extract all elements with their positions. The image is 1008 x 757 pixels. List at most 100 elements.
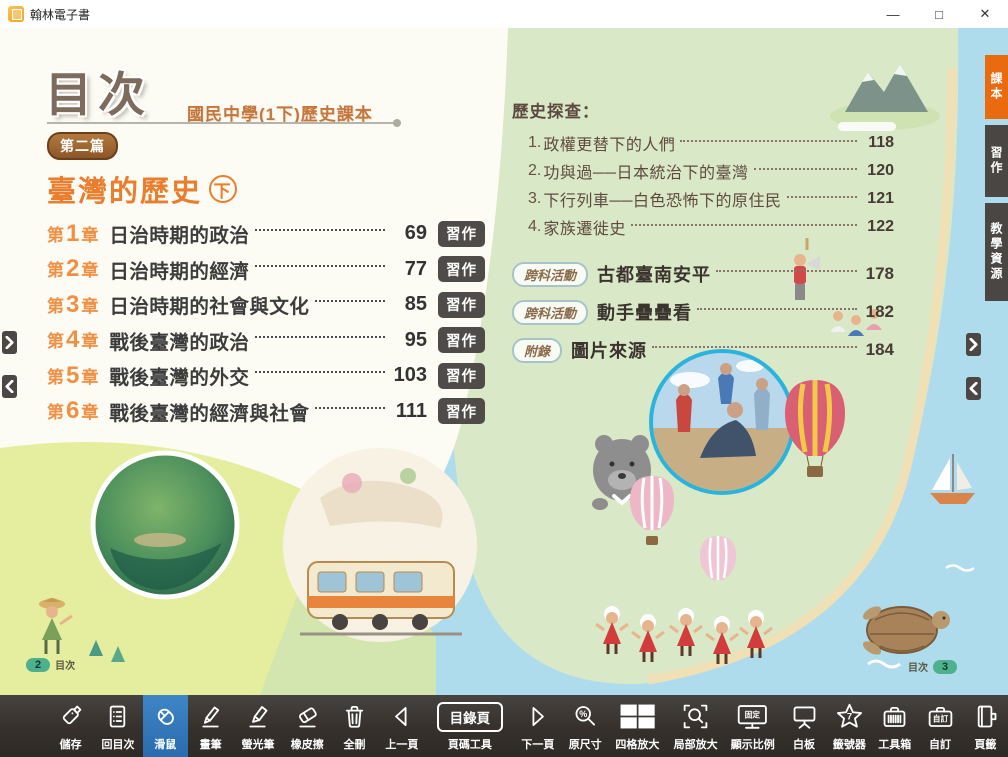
- explore-item-number: 3.: [528, 190, 541, 208]
- tool-prev-page[interactable]: 上一頁: [377, 695, 426, 757]
- explore-list: 1.政權更替下的人們118 2.功與過──日本統治下的臺灣 120 3.下行列車──白…: [512, 129, 894, 241]
- highlighter-icon: [243, 701, 272, 733]
- tool-eraser[interactable]: 橡皮擦: [283, 695, 332, 757]
- chapter-row[interactable]: 第4章戰後臺灣的政治95習作: [47, 323, 485, 359]
- tool-highlighter[interactable]: 螢光筆: [233, 695, 282, 757]
- star-icon: 7: [835, 701, 864, 733]
- tool-number-picker[interactable]: 7籤號器: [827, 695, 872, 757]
- activity-tag: 跨科活動: [512, 262, 588, 287]
- tool-label: 儲存: [60, 736, 82, 752]
- tool-page-tab[interactable]: 頁籤: [963, 695, 1008, 757]
- tool-next-page[interactable]: 下一頁: [513, 695, 562, 757]
- tool-four-grid[interactable]: 四格放大: [608, 695, 667, 757]
- chapter-number: 5: [64, 362, 81, 390]
- section-badge: 第二篇: [47, 132, 118, 160]
- activity-page: 178: [862, 264, 894, 284]
- tool-toolbox[interactable]: 工具箱: [872, 695, 917, 757]
- chapter-row[interactable]: 第5章戰後臺灣的外交103習作: [47, 358, 485, 394]
- minimize-button[interactable]: —: [870, 0, 916, 28]
- explore-item-number: 2.: [528, 162, 541, 180]
- tool-page-tool[interactable]: 目錄頁頁碼工具: [427, 695, 514, 757]
- close-button[interactable]: ✕: [962, 0, 1008, 28]
- chapter-suffix: 章: [81, 256, 98, 281]
- chevron-left-icon: [969, 382, 978, 395]
- activity-row[interactable]: 跨科活動古都臺南安平 178: [512, 255, 894, 293]
- tool-orig-size[interactable]: %原尺寸: [563, 695, 608, 757]
- tool-mouse[interactable]: 滑鼠: [143, 695, 188, 757]
- tab-teaching-resources[interactable]: 教學資源: [985, 203, 1008, 301]
- page-button-icon: 目錄頁: [437, 701, 504, 733]
- tool-toc[interactable]: 回目次: [93, 695, 142, 757]
- nav-next-left-edge[interactable]: [2, 331, 17, 354]
- nav-prev-right-edge[interactable]: [966, 377, 981, 400]
- tool-label: 頁碼工具: [448, 736, 492, 752]
- activity-page: 184: [862, 340, 894, 360]
- explore-row[interactable]: 1.政權更替下的人們118: [512, 129, 894, 157]
- activity-row[interactable]: 跨科活動動手疊疊看182: [512, 293, 894, 331]
- tool-save[interactable]: 儲存: [48, 695, 93, 757]
- chapter-label: 第2章: [47, 255, 98, 283]
- chapter-row[interactable]: 第2章日治時期的經濟77習作: [47, 252, 485, 288]
- workbook-badge[interactable]: 習作: [438, 292, 485, 318]
- dotted-leader: [680, 140, 857, 142]
- svg-text:%: %: [579, 709, 587, 719]
- tool-label: 四格放大: [615, 736, 659, 752]
- usb-icon: [56, 701, 85, 733]
- app-icon: [8, 6, 24, 22]
- chapter-row[interactable]: 第1章日治時期的政治69習作: [47, 216, 485, 252]
- left-page-footer: 2 目次: [26, 657, 75, 672]
- activity-row[interactable]: 附錄圖片來源184: [512, 331, 894, 369]
- chapter-title: 日治時期的社會與文化: [109, 290, 309, 319]
- activity-title: 動手疊疊看: [597, 299, 692, 325]
- chapter-title: 日治時期的經濟: [109, 255, 249, 284]
- explore-item-page: 120: [862, 162, 894, 180]
- nav-next-right-edge[interactable]: [966, 333, 981, 356]
- monitor-icon: 固定: [736, 701, 769, 733]
- workbook-badge[interactable]: 習作: [438, 327, 485, 353]
- tool-custom[interactable]: 自訂自訂: [917, 695, 962, 757]
- tool-label: 白板: [793, 736, 815, 752]
- workbook-badge[interactable]: 習作: [438, 398, 485, 424]
- dotted-leader: [255, 265, 385, 267]
- arrow-left-icon: [387, 701, 416, 733]
- chapter-label: 第3章: [47, 291, 98, 319]
- left-page: 目次 國民中學(1下)歷史課本 第二篇 臺灣的歷史 下 第1章日治時期的政治69…: [45, 56, 495, 125]
- tool-whiteboard[interactable]: 白板: [781, 695, 826, 757]
- tool-label: 滑鼠: [154, 736, 176, 752]
- tab-workbook[interactable]: 習作: [985, 125, 1008, 197]
- side-tab-strip: 課本習作教學資源: [985, 55, 1008, 301]
- chapter-prefix: 第: [47, 363, 64, 388]
- explore-item-title: 功與過──日本統治下的臺灣: [543, 159, 748, 183]
- explore-row[interactable]: 2.功與過──日本統治下的臺灣 120: [512, 157, 894, 185]
- workbook-badge[interactable]: 習作: [438, 221, 485, 247]
- dotted-leader: [255, 229, 385, 231]
- chapter-prefix: 第: [47, 221, 64, 246]
- dotted-leader: [255, 371, 385, 373]
- dotted-leader: [631, 224, 857, 226]
- tool-partial-zoom[interactable]: 局部放大: [667, 695, 724, 757]
- tab-textbook[interactable]: 課本: [985, 55, 1008, 119]
- titlebar: 翰林電子書 — □ ✕: [0, 0, 1008, 28]
- tool-label: 回目次: [101, 736, 134, 752]
- tool-pen[interactable]: 畫筆: [188, 695, 233, 757]
- volume-circle: 下: [209, 175, 237, 203]
- tool-delete-all[interactable]: 全刪: [332, 695, 377, 757]
- explore-item-number: 1.: [528, 134, 541, 152]
- maximize-button[interactable]: □: [916, 0, 962, 28]
- activity-title: 古都臺南安平: [597, 261, 711, 287]
- explore-row[interactable]: 3.下行列車──白色恐怖下的原住民121: [512, 185, 894, 213]
- nav-prev-left-edge[interactable]: [2, 375, 17, 398]
- toolbox-icon: [880, 701, 909, 733]
- chapter-row[interactable]: 第3章日治時期的社會與文化85習作: [47, 287, 485, 323]
- workbook-badge[interactable]: 習作: [438, 363, 485, 389]
- workbook-badge[interactable]: 習作: [438, 256, 485, 282]
- explore-row[interactable]: 4.家族遷徙史122: [512, 213, 894, 241]
- explore-item-page: 121: [862, 190, 894, 208]
- tool-label: 橡皮擦: [291, 736, 324, 752]
- chapter-number: 6: [64, 397, 81, 425]
- magnifier-percent-icon: %: [571, 701, 600, 733]
- svg-text:自訂: 自訂: [932, 713, 948, 723]
- chapter-row[interactable]: 第6章戰後臺灣的經濟與社會111習作: [47, 394, 485, 430]
- activity-tag: 附錄: [512, 338, 562, 363]
- tool-ratio[interactable]: 固定顯示比例: [724, 695, 781, 757]
